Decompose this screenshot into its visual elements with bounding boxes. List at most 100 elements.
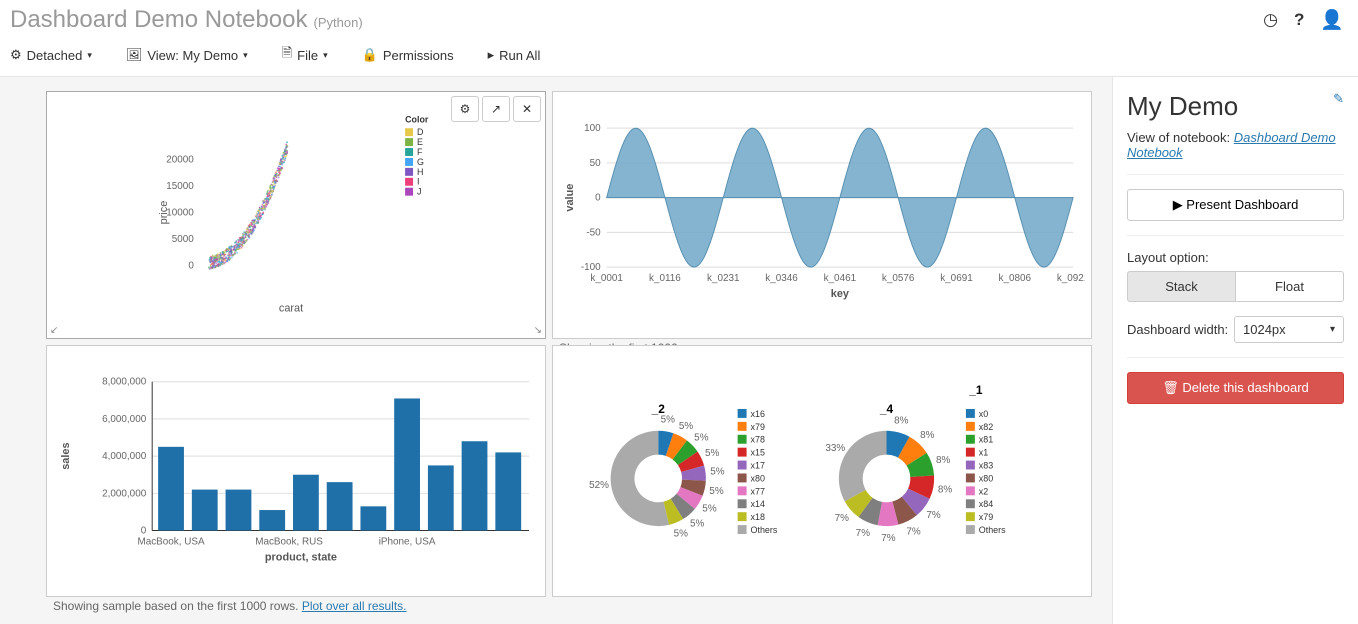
- notebook-language: (Python): [314, 15, 363, 30]
- svg-text:_1: _1: [968, 383, 983, 397]
- svg-text:key: key: [831, 288, 849, 300]
- plot-all-link[interactable]: Plot over all results.: [302, 599, 407, 613]
- help-icon[interactable]: ?: [1294, 10, 1304, 30]
- clock-icon[interactable]: ◷: [1263, 10, 1278, 30]
- permissions-label: Permissions: [383, 48, 454, 63]
- svg-text:k_0001: k_0001: [590, 273, 623, 284]
- svg-text:x82: x82: [979, 422, 993, 432]
- svg-text:5%: 5%: [710, 467, 725, 478]
- svg-text:Others: Others: [979, 525, 1006, 535]
- svg-text:x79: x79: [751, 422, 765, 432]
- settings-button[interactable]: ⚙: [451, 96, 479, 122]
- svg-text:I: I: [417, 177, 419, 187]
- dashboard-cell-scatter[interactable]: ⚙ ↗ ✕ pricecarat05000100001500020000Colo…: [46, 91, 546, 339]
- svg-text:-100: -100: [581, 262, 601, 273]
- layout-float[interactable]: Float: [1236, 271, 1344, 302]
- svg-text:E: E: [417, 137, 423, 147]
- svg-text:x83: x83: [979, 461, 993, 471]
- run-all-button[interactable]: ▸ Run All: [488, 44, 541, 66]
- chevron-down-icon: ▾: [323, 50, 328, 61]
- delete-button[interactable]: 🗑 Delete this dashboard: [1127, 372, 1344, 404]
- svg-text:0: 0: [141, 525, 147, 536]
- view-menu[interactable]: 🖼 View: My Demo ▾: [126, 44, 248, 66]
- cluster-icon: ⚙: [10, 47, 22, 63]
- lock-icon: 🔒: [362, 47, 378, 63]
- svg-text:4,000,000: 4,000,000: [102, 451, 147, 462]
- svg-text:5%: 5%: [674, 529, 689, 540]
- svg-text:product, state: product, state: [265, 551, 337, 563]
- popout-button[interactable]: ↗: [482, 96, 510, 122]
- svg-text:8%: 8%: [936, 455, 951, 466]
- select-caret-icon: ▾: [1330, 324, 1335, 335]
- file-menu[interactable]: 🗎 File ▾: [282, 44, 328, 66]
- svg-text:0: 0: [188, 260, 194, 271]
- resize-handle-bl[interactable]: ↙: [50, 325, 58, 336]
- svg-text:7%: 7%: [835, 513, 850, 524]
- width-select[interactable]: 1024px ▾: [1234, 316, 1344, 343]
- svg-text:x17: x17: [751, 461, 765, 471]
- sine-chart: -100-50050100k_0001k_0116k_0231k_0346k_0…: [559, 96, 1085, 334]
- user-icon[interactable]: 👤: [1320, 8, 1344, 32]
- width-value: 1024px: [1243, 322, 1286, 337]
- close-button[interactable]: ✕: [513, 96, 541, 122]
- svg-text:33%: 33%: [825, 443, 845, 454]
- svg-text:6,000,000: 6,000,000: [102, 414, 147, 425]
- dashboard-cell-bar[interactable]: 02,000,0004,000,0006,000,0008,000,000Mac…: [46, 345, 546, 597]
- svg-text:carat: carat: [279, 303, 303, 315]
- svg-text:MacBook, USA: MacBook, USA: [137, 536, 205, 547]
- svg-text:7%: 7%: [856, 528, 871, 539]
- svg-text:x77: x77: [751, 486, 765, 496]
- svg-text:x18: x18: [751, 512, 765, 522]
- svg-text:52%: 52%: [589, 480, 609, 491]
- svg-text:50: 50: [590, 158, 602, 169]
- svg-text:x1: x1: [979, 448, 988, 458]
- svg-text:10000: 10000: [166, 207, 194, 218]
- svg-text:7%: 7%: [926, 510, 941, 521]
- pencil-icon[interactable]: ✎: [1333, 91, 1344, 107]
- file-icon: 🗎: [282, 44, 292, 66]
- dashboard-cell-sine[interactable]: -100-50050100k_0001k_0116k_0231k_0346k_0…: [552, 91, 1092, 339]
- svg-text:x80: x80: [751, 473, 765, 483]
- permissions-button[interactable]: 🔒 Permissions: [362, 44, 454, 66]
- svg-text:k_0461: k_0461: [824, 273, 857, 284]
- sidebar: My Demo ✎ View of notebook: Dashboard De…: [1112, 77, 1358, 624]
- svg-text:7%: 7%: [906, 526, 921, 537]
- layout-toggle[interactable]: Stack Float: [1127, 271, 1344, 302]
- chevron-down-icon: ▾: [243, 50, 248, 61]
- svg-text:x81: x81: [979, 435, 993, 445]
- svg-text:x15: x15: [751, 448, 765, 458]
- svg-text:100: 100: [584, 123, 601, 134]
- svg-text:k_0806: k_0806: [999, 273, 1032, 284]
- svg-text:15000: 15000: [166, 181, 194, 192]
- present-button[interactable]: ▶ Present Dashboard: [1127, 189, 1344, 221]
- svg-text:5%: 5%: [694, 432, 709, 443]
- svg-text:x80: x80: [979, 473, 993, 483]
- svg-text:7%: 7%: [881, 533, 896, 544]
- dashboard-canvas: ⚙ ↗ ✕ pricecarat05000100001500020000Colo…: [0, 77, 1112, 624]
- svg-text:x16: x16: [751, 409, 765, 419]
- layout-stack[interactable]: Stack: [1127, 271, 1236, 302]
- caption-sample-text: Showing sample based on the first 1000 r…: [53, 599, 302, 613]
- run-all-label: Run All: [499, 48, 540, 63]
- resize-handle-br[interactable]: ↘: [534, 325, 542, 336]
- svg-text:k_0691: k_0691: [940, 273, 973, 284]
- svg-text:k_0921: k_0921: [1057, 273, 1085, 284]
- svg-text:k_0576: k_0576: [882, 273, 915, 284]
- svg-text:2,000,000: 2,000,000: [102, 488, 147, 499]
- svg-text:5%: 5%: [709, 486, 724, 497]
- svg-text:5%: 5%: [690, 518, 705, 529]
- svg-text:J: J: [417, 187, 421, 197]
- svg-text:8%: 8%: [894, 416, 909, 427]
- svg-text:5%: 5%: [705, 448, 720, 459]
- svg-text:x2: x2: [979, 486, 988, 496]
- svg-text:k_0346: k_0346: [765, 273, 798, 284]
- svg-text:8%: 8%: [920, 430, 935, 441]
- svg-text:x79: x79: [979, 512, 993, 522]
- svg-text:5%: 5%: [702, 504, 717, 515]
- svg-text:value: value: [564, 184, 576, 212]
- svg-text:20000: 20000: [166, 155, 194, 166]
- close-icon: ✕: [522, 102, 532, 116]
- dashboard-cell-donuts[interactable]: 5%5%5%5%5%5%5%5%5%52%_28%8%8%8%7%7%7%7%7…: [552, 345, 1092, 597]
- detached-menu[interactable]: ⚙ Detached ▾: [10, 44, 92, 66]
- svg-text:x78: x78: [751, 435, 765, 445]
